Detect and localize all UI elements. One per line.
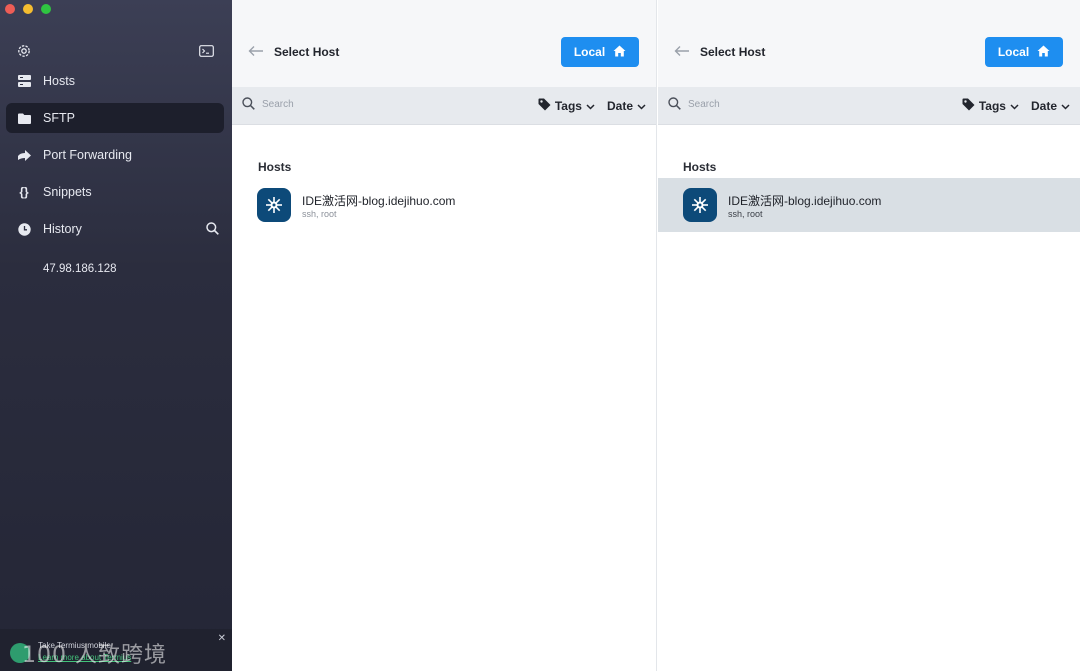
panel-title: Select Host bbox=[700, 45, 766, 59]
host-details: ssh, root bbox=[728, 209, 763, 219]
chevron-down-icon bbox=[586, 99, 595, 113]
chevron-down-icon bbox=[637, 99, 646, 113]
local-button-label: Local bbox=[573, 45, 606, 59]
search-bar: Search Tags Date bbox=[232, 87, 656, 125]
sidebar-toolbar bbox=[17, 42, 214, 60]
sidebar-nav: Hosts SFTP Port Forwarding {} Snippets H… bbox=[6, 66, 224, 251]
chevron-down-icon bbox=[1061, 99, 1070, 113]
host-row[interactable]: IDE激活网-blog.idejihuo.com ssh, root bbox=[658, 178, 1080, 232]
home-icon bbox=[1037, 45, 1050, 60]
sidebar-item-port-forwarding[interactable]: Port Forwarding bbox=[6, 140, 224, 170]
section-title: Hosts bbox=[258, 160, 292, 174]
left-host-panel: Select Host Local Search Tags Date Hosts… bbox=[232, 0, 657, 671]
host-name: IDE激活网-blog.idejihuo.com bbox=[302, 194, 456, 208]
back-arrow-icon[interactable] bbox=[674, 44, 690, 56]
sidebar-item-sftp[interactable]: SFTP bbox=[6, 103, 224, 133]
local-button[interactable]: Local bbox=[561, 37, 639, 67]
host-name: IDE激活网-blog.idejihuo.com bbox=[728, 194, 882, 208]
sidebar-item-snippets[interactable]: {} Snippets bbox=[6, 177, 224, 207]
sidebar-item-hosts[interactable]: Hosts bbox=[6, 66, 224, 96]
tags-filter[interactable]: Tags bbox=[962, 98, 1019, 114]
hosts-icon bbox=[17, 74, 31, 88]
sidebar-item-history[interactable]: History bbox=[6, 214, 224, 244]
sidebar-item-label: Snippets bbox=[43, 185, 92, 199]
sidebar-item-label: Hosts bbox=[43, 74, 75, 88]
folder-icon bbox=[17, 111, 31, 125]
filter-controls: Tags Date bbox=[538, 98, 646, 114]
close-icon[interactable]: ✕ bbox=[218, 633, 226, 644]
tags-filter[interactable]: Tags bbox=[538, 98, 595, 114]
search-input[interactable]: Search bbox=[688, 99, 720, 110]
sidebar-item-label: History bbox=[43, 222, 82, 236]
local-button-label: Local bbox=[997, 45, 1030, 59]
tag-icon bbox=[962, 98, 975, 114]
host-row[interactable]: IDE激活网-blog.idejihuo.com ssh, root bbox=[232, 178, 656, 232]
section-title: Hosts bbox=[683, 160, 717, 174]
panel-header: Select Host Local bbox=[232, 0, 656, 87]
promo-banner: Take Termius mobile Learn more about Ter… bbox=[0, 629, 232, 671]
search-icon bbox=[242, 97, 255, 115]
search-icon[interactable] bbox=[206, 222, 219, 238]
panel-header: Select Host Local bbox=[658, 0, 1080, 87]
tag-icon bbox=[538, 98, 551, 114]
terminal-icon[interactable] bbox=[199, 45, 214, 57]
sidebar-item-label: Port Forwarding bbox=[43, 148, 132, 162]
minimize-window-button[interactable] bbox=[23, 4, 33, 14]
date-sort[interactable]: Date bbox=[1031, 99, 1070, 113]
date-label: Date bbox=[1030, 99, 1057, 113]
tags-label: Tags bbox=[978, 99, 1006, 113]
filter-controls: Tags Date bbox=[962, 98, 1070, 114]
gear-icon[interactable] bbox=[17, 44, 31, 58]
date-label: Date bbox=[606, 99, 633, 113]
sidebar-item-label: SFTP bbox=[43, 111, 75, 125]
history-entry[interactable]: 47.98.186.128 bbox=[43, 263, 117, 275]
host-os-icon bbox=[683, 188, 717, 222]
tags-label: Tags bbox=[554, 99, 582, 113]
back-arrow-icon[interactable] bbox=[248, 44, 264, 56]
window-controls bbox=[5, 4, 51, 14]
arrow-forward-icon bbox=[17, 148, 31, 162]
sidebar: Hosts SFTP Port Forwarding {} Snippets H… bbox=[0, 0, 232, 671]
search-bar: Search Tags Date bbox=[658, 87, 1080, 125]
date-sort[interactable]: Date bbox=[607, 99, 646, 113]
local-button[interactable]: Local bbox=[985, 37, 1063, 67]
host-os-icon bbox=[257, 188, 291, 222]
maximize-window-button[interactable] bbox=[41, 4, 51, 14]
close-window-button[interactable] bbox=[5, 4, 15, 14]
search-icon bbox=[668, 97, 681, 115]
search-input[interactable]: Search bbox=[262, 99, 294, 110]
panel-title: Select Host bbox=[274, 45, 340, 59]
home-icon bbox=[613, 45, 626, 60]
right-host-panel: Select Host Local Search Tags Date Hosts… bbox=[658, 0, 1080, 671]
watermark: 100 人致跨境 bbox=[22, 643, 167, 668]
chevron-down-icon bbox=[1010, 99, 1019, 113]
host-details: ssh, root bbox=[302, 209, 337, 219]
braces-icon: {} bbox=[19, 185, 29, 199]
clock-icon bbox=[17, 222, 31, 236]
